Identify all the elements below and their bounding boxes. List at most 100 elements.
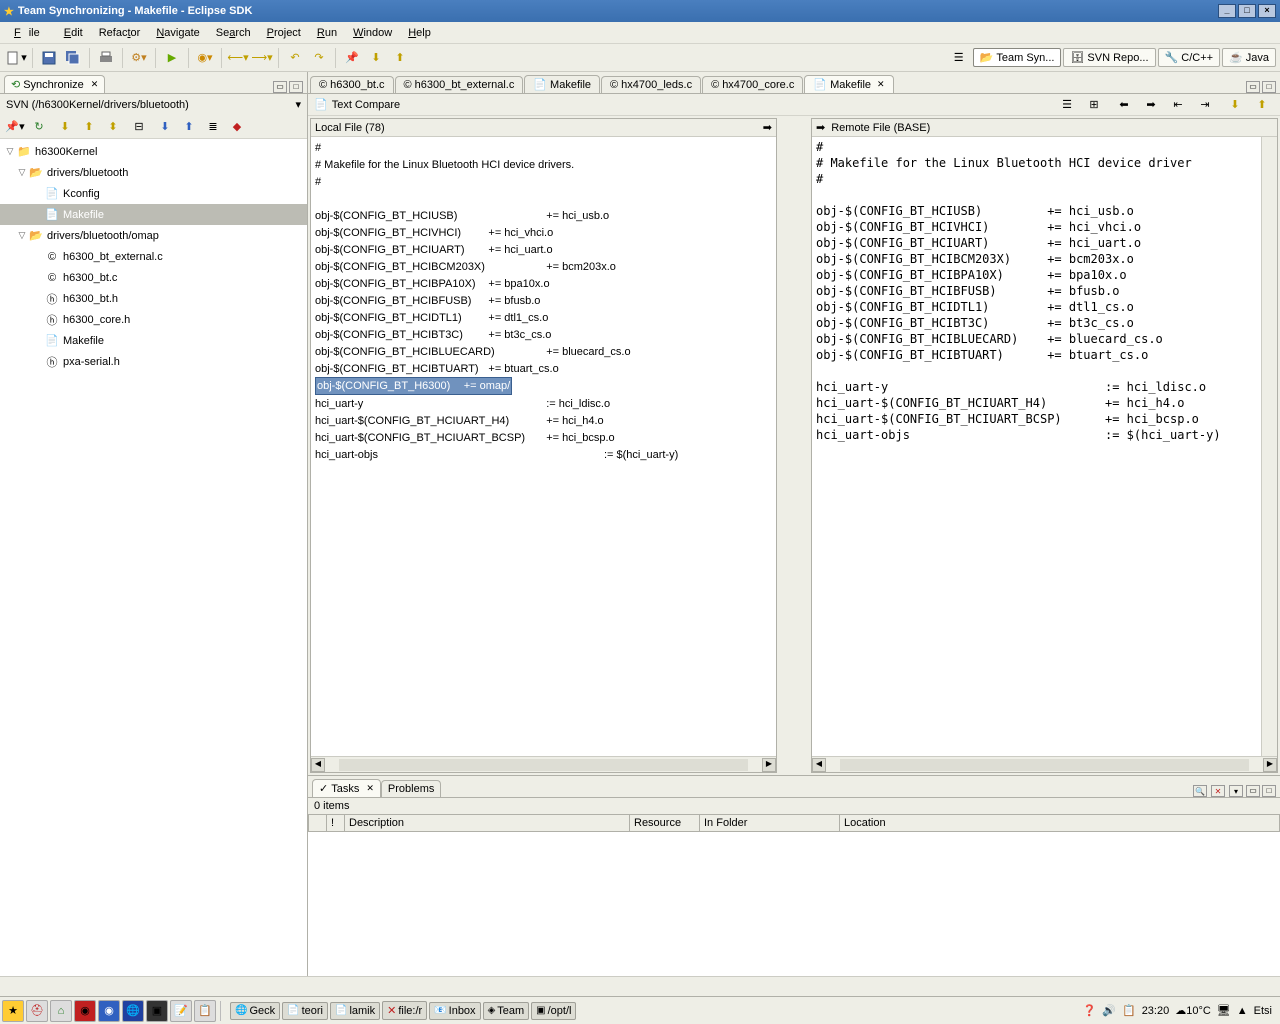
col-resource[interactable]: Resource — [630, 815, 700, 832]
show-history-button[interactable]: ≣ — [203, 117, 223, 137]
tree-file-omap-makefile[interactable]: 📄Makefile — [0, 330, 307, 351]
forward-button[interactable]: ⟶▾ — [251, 47, 273, 69]
update-button[interactable]: ⬇ — [155, 117, 175, 137]
perspective-svn-repo[interactable]: 🗄SVN Repo... — [1063, 48, 1155, 67]
menu-refactor[interactable]: Refactor — [91, 25, 149, 41]
menu-run[interactable]: Run — [309, 25, 345, 41]
taskbar-lamik[interactable]: 📄lamik — [330, 1002, 380, 1020]
tree-file-kconfig[interactable]: 📄Kconfig — [0, 183, 307, 204]
tasks-menu-button[interactable]: ▾ — [1229, 785, 1243, 797]
menu-project[interactable]: Project — [259, 25, 309, 41]
editor-tab-2[interactable]: ©h6300_bt_external.c — [395, 76, 524, 93]
kate-button[interactable]: 📝 — [170, 1000, 192, 1022]
taskbar-team[interactable]: ◈Team — [483, 1002, 530, 1020]
copy-left-button[interactable]: ⬅ — [1113, 94, 1135, 116]
clipboard-button[interactable]: 📋 — [194, 1000, 216, 1022]
tasks-delete-button[interactable]: ✕ — [1211, 785, 1225, 797]
close-view-icon[interactable]: ✕ — [91, 79, 99, 90]
pin-button[interactable]: 📌 — [341, 47, 363, 69]
compare-toolbar-2[interactable]: ⊞ — [1083, 94, 1105, 116]
compare-toolbar-1[interactable]: ☰ — [1056, 94, 1078, 116]
right-vscrollbar[interactable] — [1261, 137, 1277, 756]
close-button[interactable]: × — [1258, 4, 1276, 18]
left-code-area[interactable]: # # Makefile for the Linux Bluetooth HCI… — [311, 137, 776, 756]
minimize-view-button[interactable]: ▭ — [1246, 785, 1260, 797]
terminal-button[interactable]: ▣ — [146, 1000, 168, 1022]
print-button[interactable] — [95, 47, 117, 69]
right-code-area[interactable]: # # Makefile for the Linux Bluetooth HCI… — [812, 137, 1261, 756]
tray-help-icon[interactable]: ❓ — [1083, 1004, 1097, 1017]
maximize-editor-button[interactable]: □ — [1262, 81, 1276, 93]
browser-button[interactable]: ◉ — [98, 1000, 120, 1022]
help-button[interactable]: ⛑ — [26, 1000, 48, 1022]
incoming-mode-button[interactable]: ⬇ — [55, 117, 75, 137]
copy-all-left-button[interactable]: ⇤ — [1167, 94, 1189, 116]
editor-tab-3[interactable]: 📄Makefile — [524, 75, 600, 93]
diff-highlight-line[interactable]: obj-$(CONFIG_BT_H6300) += omap/ — [315, 377, 512, 395]
menu-file[interactable]: File — [6, 25, 56, 41]
both-mode-button[interactable]: ⬍ — [103, 117, 123, 137]
tree-file-pxa-serial[interactable]: ⓗpxa-serial.h — [0, 351, 307, 372]
external-tools-button[interactable]: ▶ — [161, 47, 183, 69]
taskbar-inbox[interactable]: 📧Inbox — [429, 1002, 480, 1020]
scope-dropdown-icon[interactable]: ▾ — [295, 98, 301, 111]
home-button[interactable]: ⌂ — [50, 1000, 72, 1022]
collapse-all-button[interactable]: ⊟ — [129, 117, 149, 137]
redo-nav-button[interactable]: ↷ — [308, 47, 330, 69]
tray-desktop-icon[interactable]: 🖥 — [1217, 1004, 1231, 1017]
tray-weather[interactable]: ☁10°C — [1175, 1004, 1211, 1017]
sync-tree[interactable]: ▽📁h6300Kernel ▽📂drivers/bluetooth 📄Kconf… — [0, 139, 307, 976]
problems-tab[interactable]: Problems — [381, 780, 441, 797]
perspective-java[interactable]: ☕Java — [1222, 48, 1276, 67]
menu-edit[interactable]: Edit — [56, 25, 91, 41]
tasks-table[interactable]: ! Description Resource In Folder Locatio… — [308, 814, 1280, 976]
stop-button[interactable]: ◆ — [227, 117, 247, 137]
taskbar-file[interactable]: ✕file:/r — [382, 1001, 427, 1020]
tree-file-core-h[interactable]: ⓗh6300_core.h — [0, 309, 307, 330]
left-hscrollbar[interactable]: ◀▶ — [311, 756, 776, 772]
build-button[interactable]: ⚙▾ — [128, 47, 150, 69]
tray-up-icon[interactable]: ▲ — [1237, 1005, 1248, 1017]
copy-right-button[interactable]: ➡ — [1140, 94, 1162, 116]
close-tab-icon[interactable]: ✕ — [877, 79, 885, 90]
tree-file-bt-c[interactable]: ©h6300_bt.c — [0, 267, 307, 288]
maximize-view-button[interactable]: □ — [289, 81, 303, 93]
menu-search[interactable]: Search — [208, 25, 259, 41]
close-view-icon[interactable]: ✕ — [366, 783, 374, 794]
tree-file-bt-h[interactable]: ⓗh6300_bt.h — [0, 288, 307, 309]
open-perspective-button[interactable]: ☰ — [948, 47, 970, 69]
editor-tab-1[interactable]: ©h6300_bt.c — [310, 76, 394, 93]
tree-folder-omap[interactable]: ▽📂drivers/bluetooth/omap — [0, 225, 307, 246]
taskbar-teori[interactable]: 📄teori — [282, 1002, 328, 1020]
editor-tab-5[interactable]: ©hx4700_core.c — [702, 76, 803, 93]
editor-tab-4[interactable]: ©hx4700_leds.c — [601, 76, 701, 93]
sync-refresh-button[interactable]: ↻ — [29, 117, 49, 137]
next-change-button[interactable]: ⬇ — [1224, 94, 1246, 116]
konqueror-button[interactable]: ◉ — [74, 1000, 96, 1022]
tray-time[interactable]: 23:20 — [1142, 1005, 1170, 1017]
globe-button[interactable]: 🌐 — [122, 1000, 144, 1022]
save-button[interactable] — [38, 47, 60, 69]
outgoing-mode-button[interactable]: ⬆ — [79, 117, 99, 137]
menu-window[interactable]: Window — [345, 25, 400, 41]
menu-navigate[interactable]: Navigate — [148, 25, 207, 41]
col-description[interactable]: Description — [345, 815, 630, 832]
col-complete[interactable] — [309, 815, 327, 832]
menu-help[interactable]: Help — [400, 25, 439, 41]
perspective-team-sync[interactable]: 📂Team Syn... — [973, 48, 1062, 67]
sync-scope[interactable]: SVN (/h6300Kernel/drivers/bluetooth) ▾ — [0, 94, 307, 115]
prev-diff-button[interactable]: ⬇ — [365, 47, 387, 69]
col-priority[interactable]: ! — [327, 815, 345, 832]
tree-root[interactable]: ▽📁h6300Kernel — [0, 141, 307, 162]
col-folder[interactable]: In Folder — [700, 815, 840, 832]
back-button[interactable]: ⟵▾ — [227, 47, 249, 69]
maximize-view-button[interactable]: □ — [1262, 785, 1276, 797]
open-type-button[interactable]: ◉▾ — [194, 47, 216, 69]
minimize-view-button[interactable]: ▭ — [273, 81, 287, 93]
new-button[interactable]: ▾ — [5, 47, 27, 69]
kmenu-button[interactable]: ★ — [2, 1000, 24, 1022]
col-location[interactable]: Location — [840, 815, 1280, 832]
taskbar-opt[interactable]: ▣/opt/l — [531, 1002, 576, 1020]
tree-file-external-c[interactable]: ©h6300_bt_external.c — [0, 246, 307, 267]
prev-change-button[interactable]: ⬆ — [1251, 94, 1273, 116]
